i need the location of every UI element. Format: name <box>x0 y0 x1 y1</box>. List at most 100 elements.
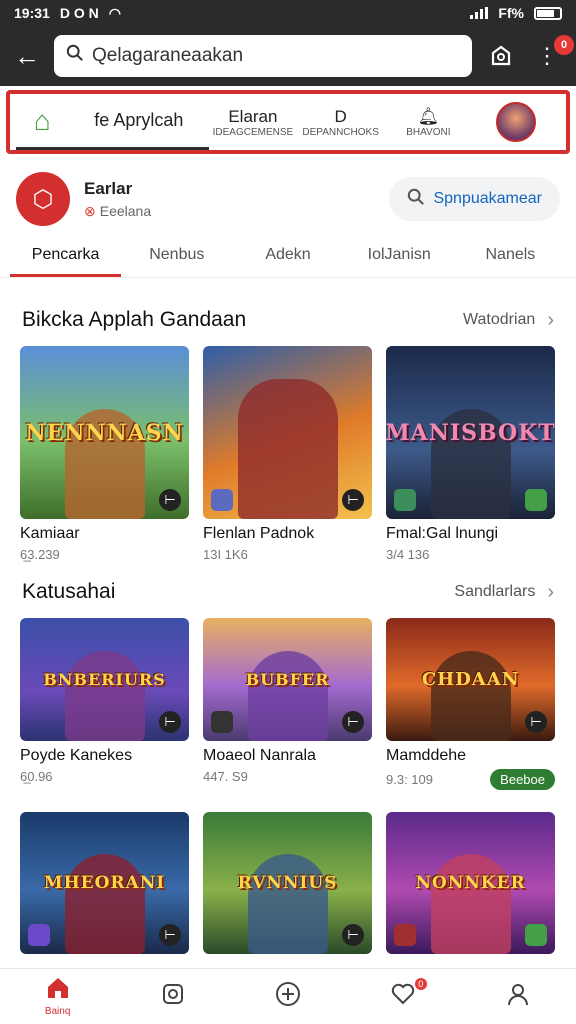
top-app-bar: ← Qelagaraneaakan ⋮ 0 <box>0 26 576 86</box>
app-card-image: NENNNASN ⊢ <box>20 346 189 519</box>
bell-icon: 🔔︎ <box>417 106 440 126</box>
app-card[interactable]: BNBERIURS ⊢ Poyde Kanekes ⁠6̲0.96 <box>20 618 189 790</box>
app-card[interactable]: RVNNIUS ⊢ <box>203 812 372 954</box>
section-title: Katusahai <box>22 580 116 603</box>
app-card[interactable]: NENNNASN ⊢ Kamiaar 6̲3.239 <box>20 346 189 562</box>
card-row: MHEORANI ⊢ RVNNIUS ⊢ NONNKER <box>0 812 576 954</box>
section-more-link[interactable]: Watodrian › <box>463 309 554 332</box>
play-icon[interactable]: ⊢ <box>525 711 547 733</box>
app-card-meta: 6̲3.239 <box>20 547 60 562</box>
app-card[interactable]: ⊢ Flenlan Padnok 13I 1K6 <box>203 346 372 562</box>
app-card-image: ⊢ <box>203 346 372 519</box>
tab-category-3[interactable]: IolJanisn <box>344 246 455 277</box>
profile-subtitle: ⊗ Eeelana <box>84 202 152 220</box>
app-card[interactable]: NONNKER <box>386 812 555 954</box>
section-header: Bikcka Applah Gandaan Watodrian › <box>0 278 576 346</box>
tab-category-4[interactable]: Nanels <box>455 246 566 277</box>
app-card-name: Poyde Kanekes <box>20 747 133 764</box>
tab-category-2[interactable]: Adekn <box>232 246 343 277</box>
home-icon <box>45 976 71 1006</box>
app-badge-icon <box>28 924 50 946</box>
status-left: 19:31 D O N ◠ <box>14 5 121 22</box>
search-text: Qelagaraneaakan <box>92 45 244 66</box>
status-badge[interactable]: Beeboe <box>490 769 555 790</box>
app-card-meta: 3/4 136 <box>386 547 430 562</box>
section-more-link[interactable]: Sandlarlars › <box>454 581 554 604</box>
more-menu-icon[interactable]: ⋮ 0 <box>530 35 574 73</box>
app-card[interactable]: BUBFER ⊢ Moaeol Nanrala 447. S9 <box>203 618 372 790</box>
app-badge-icon <box>211 489 233 511</box>
section-title: Bikcka Applah Gandaan <box>22 308 247 331</box>
tab-library[interactable]: Elaran IDEAGCEMENSE <box>209 94 297 150</box>
app-card-image: CHDAAN ⊢ <box>386 618 555 741</box>
app-card-meta: 13I 1K6 <box>203 547 248 562</box>
app-card-name: Moaeol Nanrala <box>203 747 316 764</box>
profile-search-button[interactable]: Spnpuakamear <box>389 177 560 221</box>
nav-profile[interactable] <box>461 981 576 1013</box>
category-tabs: Pencarka Nenbus Adekn IolJanisn Nanels <box>0 232 576 278</box>
person-icon <box>505 981 531 1013</box>
search-icon <box>66 44 84 68</box>
tab-category-1[interactable]: Nenbus <box>121 246 232 277</box>
avatar <box>496 102 537 142</box>
app-card[interactable]: CHDAAN ⊢ Mamddehe 9.3: 109 Beeboe <box>386 618 555 790</box>
back-arrow-icon[interactable]: ← <box>12 41 42 72</box>
app-card-image: BUBFER ⊢ <box>203 618 372 741</box>
tab-home[interactable]: ⌂ <box>16 94 69 150</box>
app-card[interactable]: MHEORANI ⊢ <box>20 812 189 954</box>
app-card-image: RVNNIUS ⊢ <box>203 812 372 954</box>
cart-icon[interactable] <box>484 39 518 73</box>
status-right: Ff% <box>470 5 562 21</box>
badge-icon: ⊗ <box>84 202 96 219</box>
play-icon[interactable]: ⊢ <box>159 924 181 946</box>
notification-badge: 0 <box>414 977 427 990</box>
nav-library[interactable] <box>115 982 230 1012</box>
library-icon <box>161 982 185 1012</box>
nav-home[interactable]: Bainq <box>0 976 115 1017</box>
status-bar: 19:31 D O N ◠ Ff% <box>0 0 576 26</box>
app-card-name: Flenlan Padnok <box>203 525 315 542</box>
card-row: BNBERIURS ⊢ Poyde Kanekes ⁠6̲0.96 BUBFER… <box>0 618 576 790</box>
app-card-name: Fmal:Gal lnungi <box>386 525 499 542</box>
plus-circle-icon <box>275 981 301 1013</box>
tab-category-0[interactable]: Pencarka <box>10 246 122 277</box>
play-icon[interactable]: ⊢ <box>159 489 181 511</box>
play-icon[interactable]: ⊢ <box>159 711 181 733</box>
profile-row: ⬡ Earlar ⊗ Eeelana Spnpuakamear <box>0 154 576 232</box>
play-icon[interactable]: ⊢ <box>342 489 364 511</box>
app-tabs-strip: ⌂ fe Aprylcah Elaran IDEAGCEMENSE D DEPA… <box>6 90 570 154</box>
tab-notifications[interactable]: 🔔︎ BHAVONI <box>385 94 473 150</box>
signal-icon <box>470 7 489 19</box>
notification-badge: 0 <box>554 35 574 55</box>
app-card-image: MANISBOKT <box>386 346 555 519</box>
app-badge-icon <box>211 711 233 733</box>
bottom-navigation: Bainq 0 <box>0 968 576 1024</box>
search-icon <box>407 188 425 211</box>
app-badge-icon <box>394 924 416 946</box>
status-app-icons: D O N <box>59 5 99 21</box>
app-badge-icon <box>394 489 416 511</box>
nav-home-label: Bainq <box>44 1006 71 1017</box>
chevron-right-icon: › <box>547 580 554 603</box>
tab-apps[interactable]: fe Aprylcah <box>68 94 210 150</box>
heart-icon <box>390 982 416 1012</box>
nav-favorites[interactable]: 0 <box>346 977 461 1012</box>
app-card-meta: 9.3: 109 Beeboe <box>386 769 555 790</box>
chevron-right-icon: › <box>547 308 554 331</box>
play-icon[interactable]: ⊢ <box>342 924 364 946</box>
section-header: Katusahai Sandlarlars › <box>0 562 576 618</box>
brand-logo-icon: ⬡ <box>16 172 70 226</box>
app-card[interactable]: MANISBOKT Fmal:Gal lnungi 3/4 136 <box>386 346 555 562</box>
app-card-meta: 447. S9 <box>203 769 248 784</box>
nav-add[interactable] <box>230 981 345 1013</box>
search-input[interactable]: Qelagaraneaakan <box>54 35 472 77</box>
play-icon[interactable]: ⊢ <box>342 711 364 733</box>
tab-downloads[interactable]: D DEPANNCHOKS <box>297 94 385 150</box>
app-card-image: NONNKER <box>386 812 555 954</box>
profile-name: Earlar <box>84 178 133 198</box>
card-row: NENNNASN ⊢ Kamiaar 6̲3.239 ⊢ Flenlan Pad… <box>0 346 576 562</box>
app-card-image: MHEORANI ⊢ <box>20 812 189 954</box>
download-icon[interactable] <box>525 924 547 946</box>
tab-profile[interactable] <box>472 94 560 150</box>
download-icon[interactable] <box>525 489 547 511</box>
